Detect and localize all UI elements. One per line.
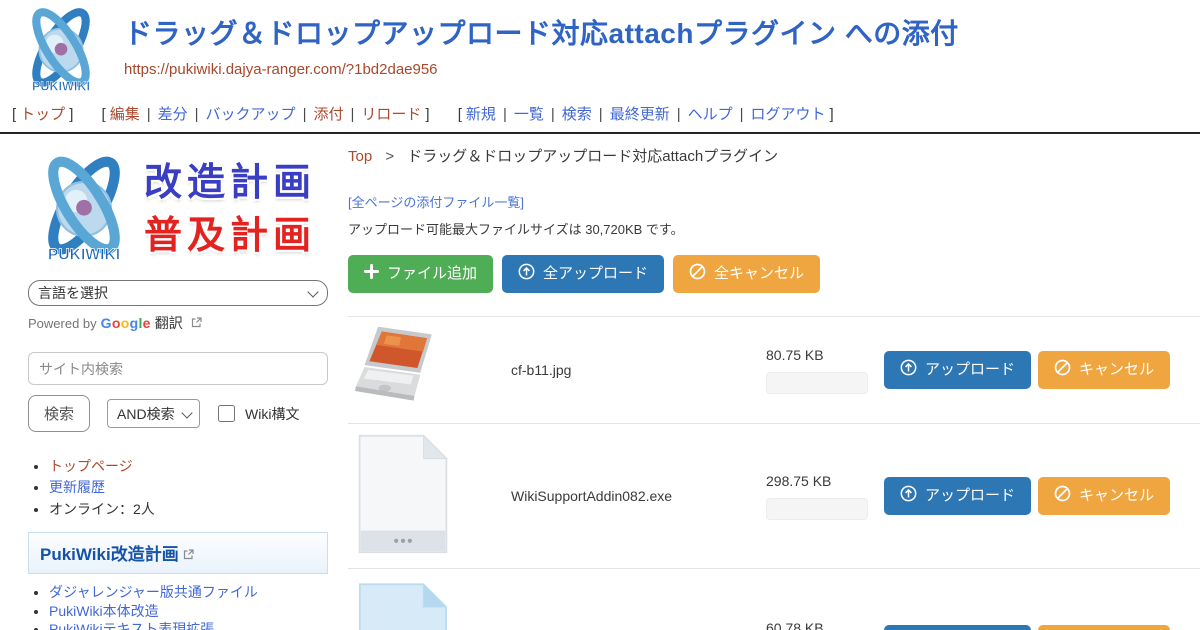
- nav-attach[interactable]: 添付: [313, 106, 343, 123]
- search-mode-select[interactable]: AND検索: [107, 399, 200, 428]
- google-logo: Google: [101, 315, 151, 331]
- google-translate-credit: Powered by Google 翻訳: [28, 313, 328, 333]
- sidebar-item-common-files[interactable]: ダジャレンジャー版共通ファイル: [49, 584, 258, 600]
- nav-new[interactable]: 新規: [466, 106, 496, 123]
- file-size: 60.78 KB: [766, 620, 884, 630]
- generic-file-icon: [348, 433, 511, 560]
- ban-icon: [1054, 485, 1071, 507]
- wiki-syntax-label: Wiki構文: [245, 404, 299, 424]
- nav-reload[interactable]: リロード: [361, 106, 421, 123]
- list-item: トップページ: [49, 456, 328, 476]
- nav-list[interactable]: 一覧: [514, 106, 544, 123]
- file-size: 298.75 KB: [766, 473, 884, 489]
- max-upload-size-text: アップロード可能最大ファイルサイズは 30,720KB です。: [348, 219, 1200, 238]
- svg-text:</>: </>: [365, 623, 439, 630]
- plus-icon: [364, 264, 379, 284]
- upload-toolbar: ファイル追加 全アップロード 全キャンセル: [348, 255, 1200, 293]
- list-item: PukiWikiテキスト表現拡張: [49, 621, 328, 630]
- cancel-all-button[interactable]: 全キャンセル: [673, 255, 820, 293]
- upload-circle-icon: [518, 263, 535, 285]
- sidebar-links: ダジャレンジャー版共通ファイル PukiWiki本体改造 PukiWikiテキス…: [28, 584, 328, 630]
- upload-button[interactable]: アップロード: [884, 477, 1031, 515]
- pukiwiki-atom-logo-icon: PUKIWIKI: [14, 6, 108, 96]
- file-name: cf-b11.jpg: [511, 362, 766, 378]
- file-name: WikiSupportAddin082.exe: [511, 488, 766, 504]
- progress-bar: [766, 372, 868, 394]
- site-search-input[interactable]: [28, 352, 328, 385]
- ban-icon: [689, 263, 706, 285]
- main-content: Top > ドラッグ＆ドロップアップロード対応attachプラグイン [全ページ…: [345, 134, 1200, 630]
- list-item: ダジャレンジャー版共通ファイル: [49, 584, 328, 601]
- sidebar-item-top-page[interactable]: トップページ: [49, 458, 133, 474]
- external-link-icon: [183, 545, 194, 565]
- nav-top[interactable]: トップ: [20, 106, 65, 123]
- header: PUKIWIKI ドラッグ＆ドロップアップロード対応attachプラグイン への…: [0, 0, 1200, 96]
- logo-caption: PUKIWIKI: [32, 80, 90, 94]
- pukiwiki-atom-logo-icon: PUKIWIKI: [28, 154, 140, 266]
- upload-all-button[interactable]: 全アップロード: [502, 255, 664, 293]
- online-count: オンライン：2人: [49, 501, 155, 517]
- sidebar-item-body-mod[interactable]: PukiWiki本体改造: [49, 603, 159, 619]
- logo-slogan-line1: 改造計画: [144, 157, 316, 210]
- breadcrumb: Top > ドラッグ＆ドロップアップロード対応attachプラグイン: [348, 145, 1200, 166]
- nav-logout[interactable]: ログアウト: [751, 106, 826, 123]
- list-item: PukiWiki本体改造: [49, 603, 328, 620]
- nav-bar: [トップ] [編集|差分|バックアップ|添付|リロード] [新規|一覧|検索|最…: [0, 96, 1200, 132]
- logo-slogan-line2: 普及計画: [144, 210, 316, 263]
- file-row: </> contents.html 60.78 KB アップロード キャンセル: [348, 568, 1200, 630]
- upload-circle-icon: [900, 359, 917, 381]
- sidebar-item-text-ext[interactable]: PukiWikiテキスト表現拡張: [49, 621, 214, 630]
- search-button[interactable]: 検索: [28, 395, 90, 432]
- nav-help[interactable]: ヘルプ: [688, 106, 733, 123]
- page-title: ドラッグ＆ドロップアップロード対応attachプラグイン への添付: [124, 18, 959, 50]
- file-size: 80.75 KB: [766, 347, 884, 363]
- sidebar-section-title[interactable]: PukiWiki改造計画: [28, 532, 328, 574]
- upload-button[interactable]: アップロード: [884, 625, 1031, 630]
- cancel-button[interactable]: キャンセル: [1038, 477, 1170, 515]
- cancel-button[interactable]: キャンセル: [1038, 625, 1170, 630]
- external-link-icon: [191, 316, 202, 331]
- nav-recent[interactable]: 最終更新: [610, 106, 670, 123]
- laptop-photo-thumbnail: [348, 324, 511, 417]
- add-file-button[interactable]: ファイル追加: [348, 255, 493, 293]
- upload-circle-icon: [900, 485, 917, 507]
- upload-button[interactable]: アップロード: [884, 351, 1031, 389]
- language-select[interactable]: 言語を選択: [28, 280, 328, 306]
- breadcrumb-home[interactable]: Top: [348, 148, 372, 165]
- cancel-button[interactable]: キャンセル: [1038, 351, 1170, 389]
- nav-search[interactable]: 検索: [562, 106, 592, 123]
- logo-caption: PUKIWIKI: [48, 246, 120, 263]
- wiki-syntax-checkbox[interactable]: [218, 405, 235, 422]
- upload-file-list: cf-b11.jpg 80.75 KB アップロード キャンセル: [348, 316, 1200, 630]
- nav-backup[interactable]: バックアップ: [206, 106, 296, 123]
- nav-edit[interactable]: 編集: [110, 106, 140, 123]
- sidebar: PUKIWIKI 改造計画 普及計画 言語を選択 Powered by Goog…: [0, 134, 345, 630]
- code-file-icon: </>: [348, 582, 511, 630]
- sidebar-quick-links: トップページ 更新履歴 オンライン：2人: [28, 456, 328, 519]
- file-row: WikiSupportAddin082.exe 298.75 KB アップロード…: [348, 423, 1200, 568]
- list-item: 更新履歴: [49, 477, 328, 497]
- list-item: オンライン：2人: [49, 499, 328, 519]
- sidebar-logo: PUKIWIKI 改造計画 普及計画: [28, 154, 328, 266]
- all-attachments-link[interactable]: [全ページの添付ファイル一覧]: [348, 192, 524, 211]
- progress-bar: [766, 498, 868, 520]
- breadcrumb-current: ドラッグ＆ドロップアップロード対応attachプラグイン: [407, 148, 778, 165]
- file-row: cf-b11.jpg 80.75 KB アップロード キャンセル: [348, 316, 1200, 423]
- nav-diff[interactable]: 差分: [158, 106, 188, 123]
- ban-icon: [1054, 359, 1071, 381]
- page-url: https://pukiwiki.dajya-ranger.com/?1bd2d…: [124, 61, 959, 78]
- sidebar-item-update-history[interactable]: 更新履歴: [49, 479, 105, 495]
